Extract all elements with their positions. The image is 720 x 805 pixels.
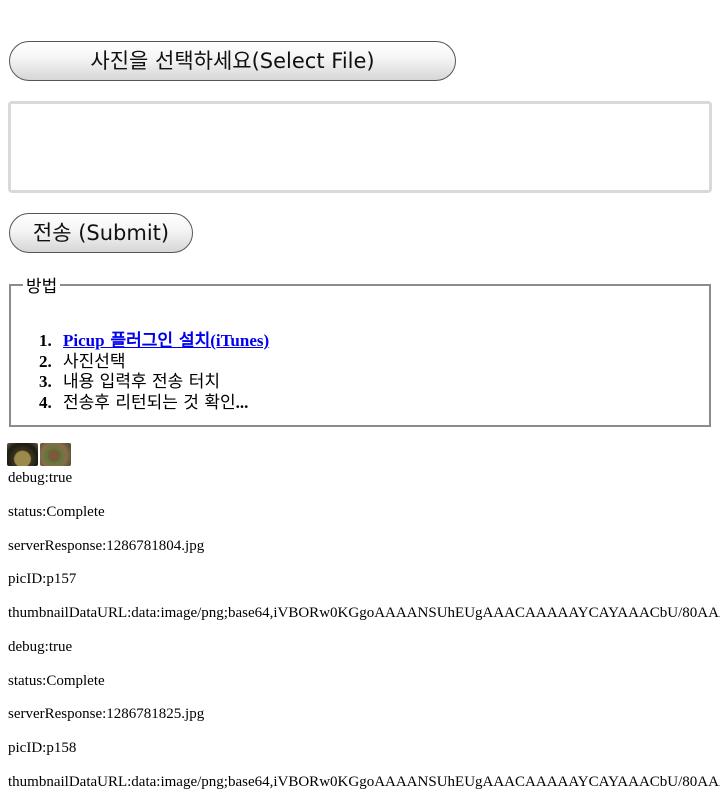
step-text: 내용 입력후 전송 터치 [63, 372, 220, 392]
log-line: thumbnailDataURL:data:image/png;base64,i… [8, 773, 720, 790]
step-text: 전송후 리턴되는 것 확인 [63, 392, 236, 413]
message-textarea[interactable] [8, 101, 712, 193]
picup-plugin-link[interactable]: Picup 플러그인 설치(iTunes) [63, 331, 269, 351]
log-line: status:Complete [8, 503, 105, 520]
step-ellipsis: ... [235, 392, 249, 412]
steps-list: 1. Picup 플러그인 설치(iTunes) 2. 사진선택 3. 내용 입력후 … [39, 331, 269, 413]
log-line: picID:p157 [8, 571, 77, 588]
log-line: picID:p158 [8, 740, 77, 756]
step-item: 2. 사진선택 [39, 352, 269, 373]
howto-legend: 방법 [26, 277, 58, 297]
step-number: 1. [39, 331, 52, 350]
thumbnail-strip [7, 443, 73, 466]
photo-thumbnail[interactable] [40, 443, 71, 466]
log-line: serverResponse:1286781825.jpg [8, 706, 205, 723]
log-line: serverResponse:1286781804.jpg [8, 537, 205, 554]
debug-log: debug:true status:Complete serverRespons… [8, 467, 720, 805]
log-line: thumbnailDataURL:data:image/png;base64,i… [8, 605, 720, 621]
log-line: debug:true [8, 470, 73, 486]
step-item: 3. 내용 입력후 전송 터치 [39, 372, 269, 393]
submit-button[interactable]: 전송 (Submit) [9, 213, 193, 253]
step-item: 4. 전송후 리턴되는 것 확인... [39, 393, 269, 414]
howto-fieldset: 방법 1. Picup 플러그인 설치(iTunes) 2. 사진선택 3. 내용 입… [9, 272, 711, 427]
step-number: 4. [39, 392, 52, 412]
link-prefix: Picup [63, 331, 105, 350]
link-suffix: (iTunes) [210, 331, 270, 350]
step-text: 사진선택 [63, 351, 126, 372]
step-item: 1. Picup 플러그인 설치(iTunes) [39, 331, 269, 352]
step-number: 2. [39, 351, 52, 371]
link-text: 플러그인 설치 [104, 331, 211, 351]
select-file-button[interactable]: 사진을 선택하세요(Select File) [9, 41, 456, 81]
step-number: 3. [39, 372, 52, 391]
log-line: debug:true [8, 638, 73, 655]
log-line: status:Complete [8, 672, 105, 689]
photo-thumbnail[interactable] [7, 443, 38, 466]
